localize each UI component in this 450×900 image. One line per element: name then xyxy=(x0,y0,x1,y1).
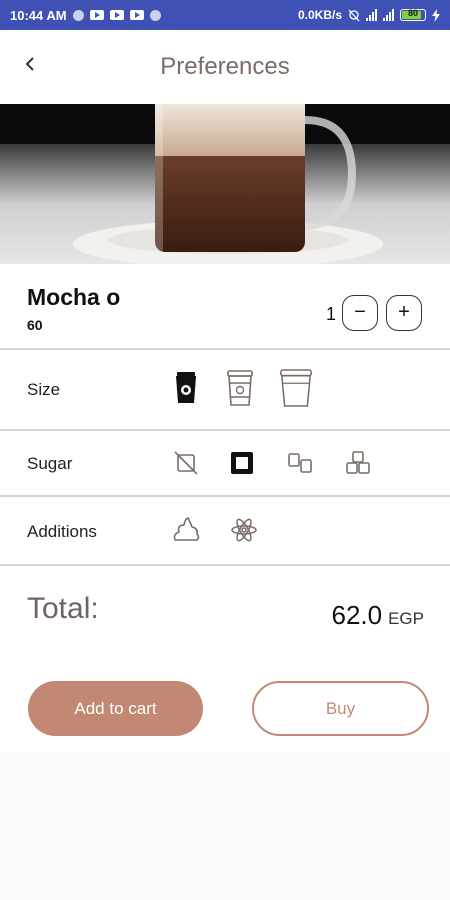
notification-dot-icon xyxy=(72,9,84,21)
signal-icon xyxy=(383,9,394,21)
additions-label: Additions xyxy=(27,522,97,541)
increase-quantity-button[interactable]: + xyxy=(386,295,422,331)
large-cup-icon[interactable] xyxy=(278,366,314,410)
youtube-icon xyxy=(89,10,104,20)
small-cup-icon[interactable] xyxy=(168,366,204,410)
cinnamon-icon[interactable] xyxy=(226,508,262,552)
charging-bolt-icon xyxy=(432,8,440,22)
quantity-value: 1 xyxy=(326,304,337,324)
total-currency: EGP xyxy=(388,609,424,628)
divider xyxy=(0,348,450,350)
size-label: Size xyxy=(27,380,61,399)
mocha-cup-illustration xyxy=(0,104,450,264)
preferences-panel: Mocha o 60 1 − + Size Sugar Additions To… xyxy=(0,264,450,752)
page-title: Preferences xyxy=(160,53,290,80)
cream-icon[interactable] xyxy=(168,508,204,552)
add-to-cart-button[interactable]: Add to cart xyxy=(28,681,203,736)
network-speed: 0.0KB/s xyxy=(297,8,342,22)
buy-label: Buy xyxy=(325,698,356,718)
youtube-icon xyxy=(109,10,124,20)
signal-icon xyxy=(366,9,377,21)
total-value: 62.0 xyxy=(331,600,383,630)
medium-cup-icon[interactable] xyxy=(222,366,258,410)
add-to-cart-label: Add to cart xyxy=(74,698,157,718)
total-amount: 62.0 EGP xyxy=(331,600,424,631)
three-sugar-cubes-icon[interactable] xyxy=(340,441,376,485)
no-sugar-icon[interactable] xyxy=(168,441,204,485)
divider xyxy=(0,495,450,497)
product-name: Mocha o xyxy=(27,284,121,310)
battery-icon: 80 xyxy=(400,8,426,21)
youtube-icon xyxy=(129,10,144,20)
status-bar: 10:44 AM 0.0KB/s 80 xyxy=(0,0,450,30)
divider xyxy=(0,564,450,566)
product-price: 60 xyxy=(27,317,43,333)
alarm-off-icon xyxy=(348,9,360,21)
one-sugar-cube-icon[interactable] xyxy=(224,441,260,485)
product-image xyxy=(0,104,450,264)
status-bar-left: 10:44 AM xyxy=(10,0,161,30)
total-label: Total: xyxy=(27,592,99,625)
two-sugar-cubes-icon[interactable] xyxy=(282,441,318,485)
sugar-label: Sugar xyxy=(27,454,73,473)
status-bar-right: 0.0KB/s 80 xyxy=(298,0,440,30)
buy-button[interactable]: Buy xyxy=(252,681,429,736)
divider xyxy=(0,429,450,431)
status-time: 10:44 AM xyxy=(10,7,67,23)
battery-level: 80 xyxy=(407,8,418,18)
app-bar: Preferences xyxy=(0,30,450,104)
decrease-quantity-button[interactable]: − xyxy=(342,295,378,331)
notification-dot-icon xyxy=(149,9,161,21)
